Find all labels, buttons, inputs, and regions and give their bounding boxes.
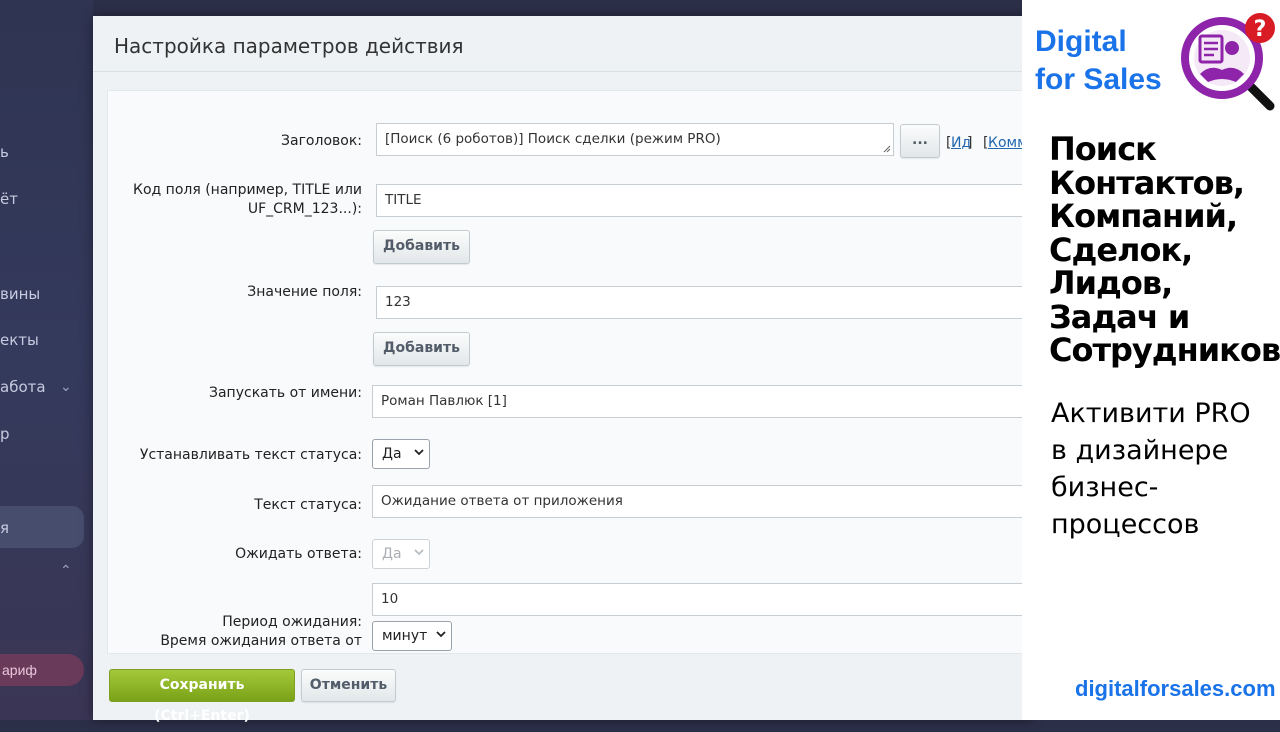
sidebar-active-item[interactable]	[0, 506, 84, 548]
sidebar-item[interactable]: вины	[0, 285, 40, 303]
title-label: Заголовок:	[281, 133, 362, 149]
dialog-header-divider	[93, 71, 1033, 72]
status-text-label: Текст статуса:	[254, 497, 362, 513]
promo-sub-line: бизнес-	[1051, 472, 1159, 503]
promo-heading: Поиск Контактов, Компаний, Сделок, Лидов…	[1049, 130, 1280, 369]
promo-heading-line: Задач и	[1049, 297, 1190, 336]
wait-period-label-line1: Период ожидания:	[222, 614, 362, 630]
chevron-up-icon[interactable]: ⌃	[60, 562, 72, 579]
chevron-down-icon	[436, 631, 446, 638]
brand-name: Digital for Sales	[1035, 23, 1162, 99]
select-dots-button[interactable]: ...	[900, 124, 940, 158]
promo-panel: Digital for Sales ? Поиск Контактов, Ком…	[1022, 0, 1280, 720]
add-field-code-button[interactable]: Добавить	[373, 230, 470, 264]
brand-line1: Digital	[1035, 25, 1127, 58]
brand-line2: for Sales	[1035, 63, 1162, 96]
wait-unit-value: минут	[382, 628, 428, 644]
run-as-label: Запускать от имени:	[209, 385, 362, 401]
sidebar-item[interactable]: абота	[0, 378, 46, 396]
wait-answer-value: Да	[382, 546, 402, 562]
dialog-title: Настройка параметров действия	[114, 34, 464, 58]
dialog-form: Заголовок: [Поиск (6 роботов)] Поиск сде…	[107, 90, 1034, 654]
brand-logo-icon: ?	[1181, 13, 1275, 111]
action-settings-dialog: Настройка параметров действия Заголовок:…	[93, 16, 1034, 724]
bracket-close: ]	[967, 135, 973, 151]
field-value-label: Значение поля:	[247, 284, 362, 300]
wait-unit-select[interactable]: минут	[372, 621, 452, 651]
field-code-label: Код поля (например, TITLE или UF_CRM_123…	[108, 181, 362, 219]
sidebar-item[interactable]: я	[0, 519, 9, 537]
set-status-select[interactable]: Да	[372, 439, 430, 469]
save-button[interactable]: Сохранить (Ctrl+Enter)	[109, 669, 295, 724]
promo-url-link[interactable]: digitalforsales.com	[1075, 676, 1276, 702]
chevron-down-icon	[414, 549, 424, 556]
field-code-label-line1: Код поля (например, TITLE или	[133, 182, 362, 198]
field-code-label-line2: UF_CRM_123...):	[247, 201, 362, 217]
title-textarea[interactable]: [Поиск (6 роботов)] Поиск сделки (режим …	[376, 123, 894, 156]
field-code-input[interactable]: TITLE	[376, 184, 1034, 217]
chevron-down-icon[interactable]: ⌄	[60, 378, 72, 395]
promo-sub-line: Активити PRO	[1051, 398, 1251, 429]
sidebar-item[interactable]: екты	[0, 331, 39, 349]
add-field-value-button[interactable]: Добавить	[373, 332, 470, 366]
promo-heading-line: Поиск	[1049, 130, 1157, 168]
promo-heading-line: Сотрудников	[1049, 331, 1280, 369]
chevron-down-icon	[414, 449, 424, 456]
promo-sub-line: в дизайнере	[1051, 435, 1229, 466]
cancel-button[interactable]: Отменить	[301, 669, 396, 702]
sidebar-item[interactable]: ь	[0, 143, 9, 161]
title-value: [Поиск (6 роботов)] Поиск сделки (режим …	[385, 131, 721, 147]
set-status-value: Да	[382, 446, 402, 462]
run-as-input[interactable]: Роман Павлюк [1]	[372, 385, 1034, 418]
wait-period-label-line2: Время ожидания ответа от	[160, 633, 362, 649]
wait-answer-select: Да	[372, 539, 430, 569]
promo-sub-line: процессов	[1051, 509, 1200, 540]
status-text-input[interactable]: Ожидание ответа от приложения	[372, 485, 1034, 518]
promo-heading-line: Компаний,	[1049, 197, 1238, 235]
promo-heading-line: Сделок,	[1049, 230, 1193, 269]
wait-period-input[interactable]: 10	[372, 583, 1034, 616]
promo-heading-line: Лидов,	[1049, 264, 1173, 302]
set-status-label: Устанавливать текст статуса:	[139, 447, 362, 463]
background-sidebar: ь ёт вины екты абота ⌄ р я ⌃ ариф	[0, 0, 93, 720]
promo-subtitle: Активити PRO в дизайнере бизнес- процесс…	[1051, 395, 1251, 543]
resize-handle-icon[interactable]	[883, 145, 891, 153]
wait-period-label: Период ожидания: Время ожидания ответа о…	[108, 613, 362, 651]
tariff-button[interactable]: ариф	[0, 654, 84, 686]
svg-text:?: ?	[1254, 17, 1267, 42]
wait-answer-label: Ожидать ответа:	[235, 546, 362, 562]
field-value-input[interactable]: 123	[376, 286, 1034, 319]
sidebar-item[interactable]: ёт	[0, 190, 18, 208]
sidebar-item[interactable]: р	[0, 425, 10, 443]
promo-heading-line: Контактов,	[1049, 163, 1245, 202]
